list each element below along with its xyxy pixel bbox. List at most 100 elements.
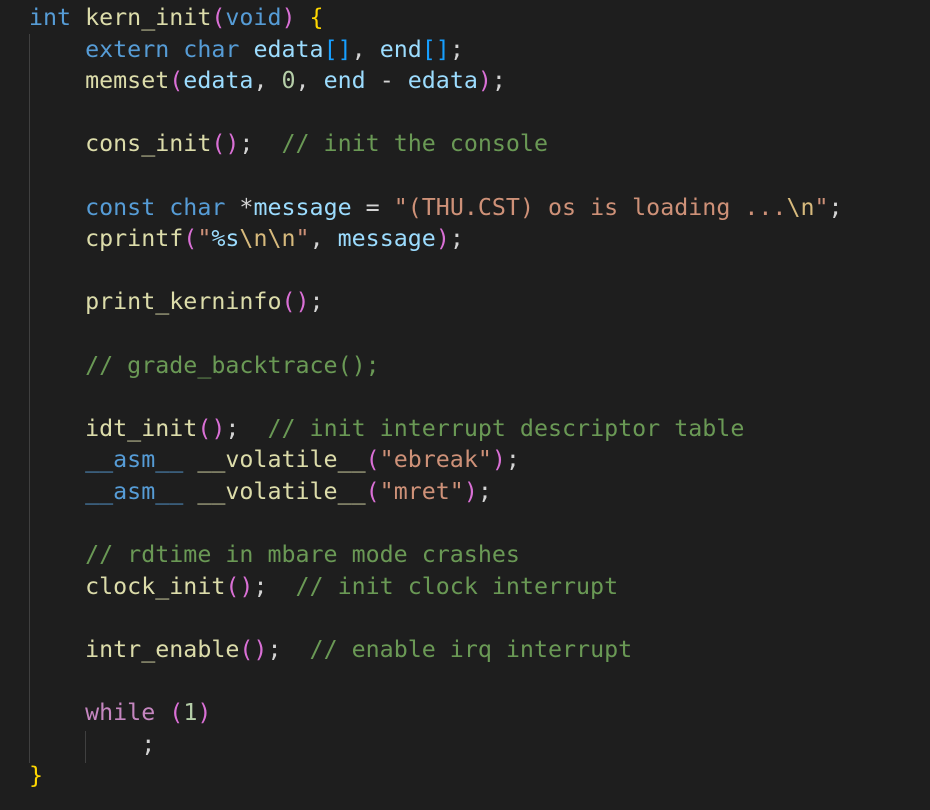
code-token: kern_init (85, 4, 212, 31)
code-line[interactable]: int kern_init(void) { (29, 2, 324, 34)
code-token: , (351, 35, 380, 63)
code-token: ; (141, 730, 156, 758)
code-token: ; (505, 446, 520, 474)
code-line[interactable]: // rdtime in mbare mode crashes (29, 539, 520, 571)
code-token: "mret" (379, 478, 464, 505)
code-token: memset (85, 67, 170, 95)
code-token: " (295, 225, 310, 253)
code-token: %s (211, 225, 240, 253)
code-token: edata (253, 35, 324, 63)
code-token: ; (309, 288, 324, 316)
code-token: edata (407, 67, 478, 95)
code-line[interactable]: clock_init(); // init clock interrupt (29, 571, 618, 603)
code-token: [] (323, 35, 352, 63)
code-token: \n (786, 193, 815, 221)
code-token: \n\n (239, 225, 296, 253)
code-token: extern (85, 35, 170, 63)
code-token: { (309, 4, 324, 31)
code-token: char (183, 35, 240, 63)
code-token: } (29, 762, 44, 790)
code-token: ) (477, 67, 492, 95)
code-editor[interactable]: int kern_init(void) { extern char edata[… (0, 0, 930, 810)
code-line[interactable]: __asm__ __volatile__("ebreak"); (29, 444, 520, 476)
code-token: "ebreak" (379, 446, 492, 474)
code-token: ; (477, 478, 492, 505)
code-line[interactable]: print_kerninfo(); (29, 286, 324, 318)
code-token: ( (211, 4, 226, 31)
code-token: __asm__ (85, 478, 184, 505)
code-line[interactable]: // grade_backtrace(); (29, 350, 380, 382)
code-token: message (337, 225, 436, 253)
code-token: __volatile__ (197, 446, 366, 474)
code-token: cprintf (85, 225, 184, 253)
code-token: __asm__ (85, 446, 184, 474)
code-token: () (225, 572, 254, 600)
code-line[interactable]: __asm__ __volatile__("mret"); (29, 476, 492, 508)
code-line[interactable]: cprintf("%s\n\n", message); (29, 223, 464, 255)
code-token: message (253, 193, 352, 221)
code-token: 1 (183, 699, 198, 727)
code-token: end (379, 35, 422, 63)
code-token: ; (828, 193, 843, 221)
code-token: = (351, 193, 394, 221)
code-token: ( (169, 699, 184, 727)
code-token: idt_init (85, 414, 198, 442)
code-token: - (365, 67, 408, 95)
code-token: end (323, 67, 366, 95)
code-token: ) (197, 699, 212, 727)
code-token: ; (239, 130, 282, 158)
code-token: [] (421, 35, 450, 63)
code-token: " (814, 193, 829, 221)
code-token: ; (225, 414, 268, 442)
code-token: ( (365, 478, 380, 505)
code-token: , (253, 67, 282, 95)
code-line[interactable]: memset(edata, 0, end - edata); (29, 65, 506, 97)
code-line[interactable]: idt_init(); // init interrupt descriptor… (29, 413, 744, 445)
code-line[interactable]: intr_enable(); // enable irq interrupt (29, 634, 632, 666)
code-line[interactable]: const char *message = "(THU.CST) os is l… (29, 192, 843, 224)
code-token: // init clock interrupt (295, 572, 619, 600)
code-token: void (225, 4, 282, 31)
code-line[interactable]: } (29, 760, 43, 792)
code-token: // init the console (281, 130, 548, 158)
code-token: () (239, 636, 268, 663)
code-line[interactable]: cons_init(); // init the console (29, 128, 548, 160)
code-token: ) (463, 478, 478, 505)
code-token: char (169, 193, 226, 221)
code-token: ( (365, 446, 380, 474)
code-token: () (281, 288, 310, 316)
code-token: () (211, 130, 240, 158)
code-token: const (85, 193, 156, 221)
code-token: ) (281, 4, 296, 31)
code-token: 0 (281, 67, 296, 95)
code-token: , (295, 67, 324, 95)
code-line[interactable]: while (1) (29, 697, 211, 729)
code-line[interactable]: extern char edata[], end[]; (29, 34, 464, 66)
code-token: edata (183, 67, 254, 95)
code-line[interactable]: ; (29, 729, 155, 761)
code-token: while (85, 699, 156, 727)
code-token: ; (253, 572, 296, 600)
code-token: ; (449, 35, 464, 63)
code-token: ; (449, 225, 464, 253)
